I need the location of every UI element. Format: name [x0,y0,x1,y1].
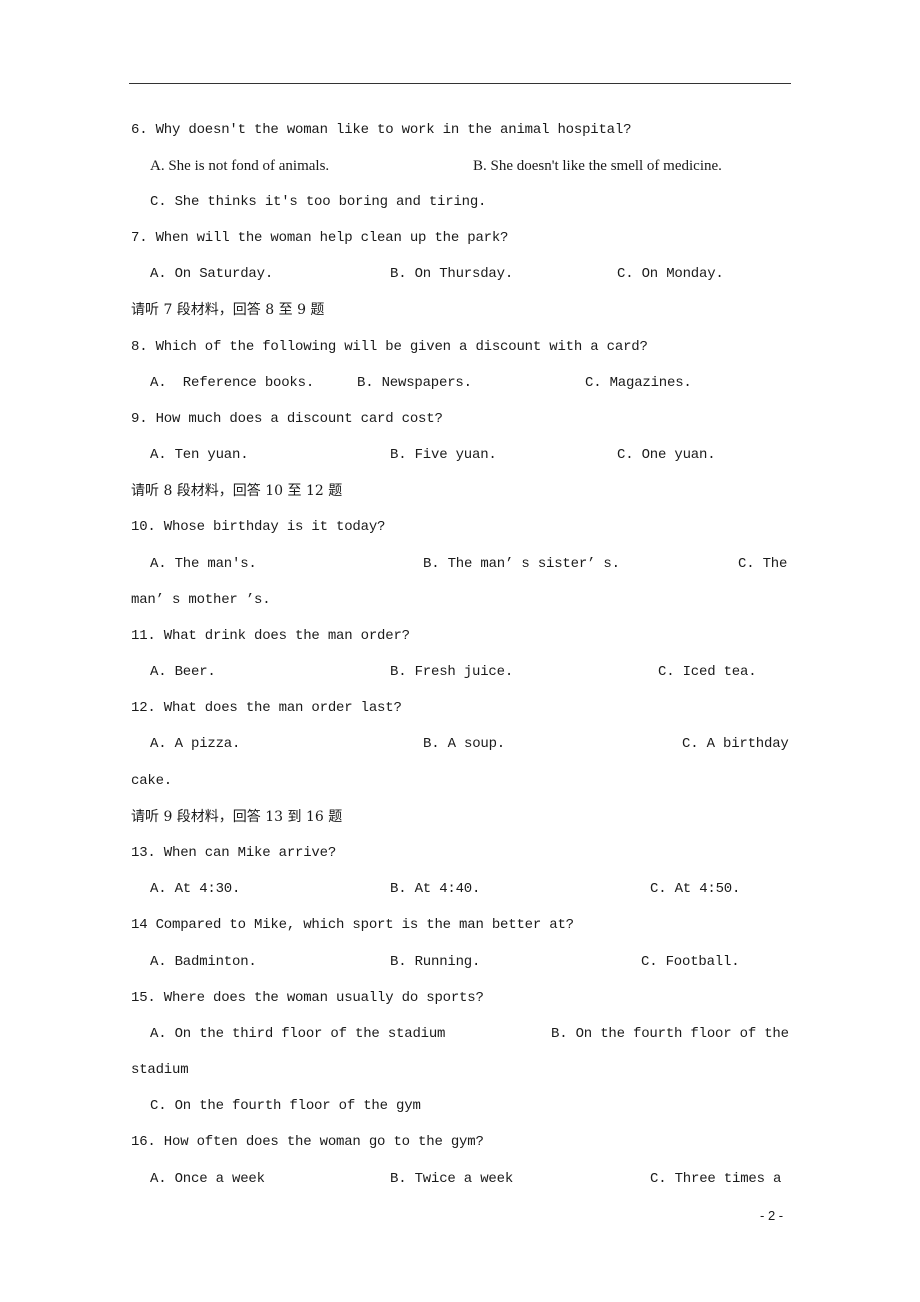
q16-option-b: B. Twice a week [390,1171,514,1187]
q6-option-b: B. She doesn't like the smell of medicin… [473,158,722,174]
q15-option-a: A. On the third floor of the stadium [150,1026,446,1042]
q11-option-a: A. Beer. [150,664,216,680]
q9-option-a: A. Ten yuan. [150,447,249,463]
q7-option-a: A. On Saturday. [150,266,274,282]
q13-option-b: B. At 4:40. [390,881,481,897]
q14-option-b: B. Running. [390,954,481,970]
q13-option-c: C. At 4:50. [650,881,741,897]
question-12: 12. What does the man order last? [131,700,402,716]
q11-option-c: C. Iced tea. [658,664,757,680]
q15-option-b: B. On the fourth floor of the [551,1026,789,1042]
q8-option-c: C. Magazines. [585,375,692,391]
question-11: 11. What drink does the man order? [131,628,410,644]
q9-option-b: B. Five yuan. [390,447,497,463]
section-heading-9: 请听 9 段材料，回答 13 到 16 题 [131,809,343,825]
question-10: 10. Whose birthday is it today? [131,519,386,535]
question-15: 15. Where does the woman usually do spor… [131,990,484,1006]
q14-option-c: C. Football. [641,954,740,970]
section-heading-7: 请听 7 段材料，回答 8 至 9 题 [131,302,325,318]
q11-option-b: B. Fresh juice. [390,664,514,680]
section-heading-8: 请听 8 段材料，回答 10 至 12 题 [131,483,343,499]
q8-option-a: A. Reference books. [150,375,315,391]
q7-option-c: C. On Monday. [617,266,724,282]
q10-option-a: A. The man's. [150,556,257,572]
q6-option-c: C. She thinks it's too boring and tiring… [150,194,487,210]
q12-option-c: C. A birthday [682,736,789,752]
question-9: 9. How much does a discount card cost? [131,411,443,427]
q14-option-a: A. Badminton. [150,954,257,970]
q9-option-c: C. One yuan. [617,447,716,463]
question-14: 14 Compared to Mike, which sport is the … [131,917,574,933]
q12-option-b: B. A soup. [423,736,506,752]
q10-option-c-continued: man’ s mother ’s. [131,592,271,608]
question-16: 16. How often does the woman go to the g… [131,1134,484,1150]
page-number: - 2 - [760,1208,784,1223]
q6-option-a: A. She is not fond of animals. [150,158,330,174]
q13-option-a: A. At 4:30. [150,881,241,897]
q15-option-b-continued: stadium [131,1062,189,1078]
question-8: 8. Which of the following will be given … [131,339,648,355]
q10-option-b: B. The man’ s sister’ s. [423,556,620,572]
question-13: 13. When can Mike arrive? [131,845,337,861]
q15-option-c: C. On the fourth floor of the gym [150,1098,421,1114]
q12-option-a: A. A pizza. [150,736,241,752]
q8-option-b: B. Newspapers. [357,375,472,391]
q12-option-c-continued: cake. [131,773,173,789]
question-7: 7. When will the woman help clean up the… [131,230,509,246]
q16-option-a: A. Once a week [150,1171,265,1187]
question-6: 6. Why doesn't the woman like to work in… [131,122,632,138]
header-rule [129,83,791,84]
q7-option-b: B. On Thursday. [390,266,514,282]
q16-option-c: C. Three times a [650,1171,782,1187]
q10-option-c: C. The [738,556,788,572]
